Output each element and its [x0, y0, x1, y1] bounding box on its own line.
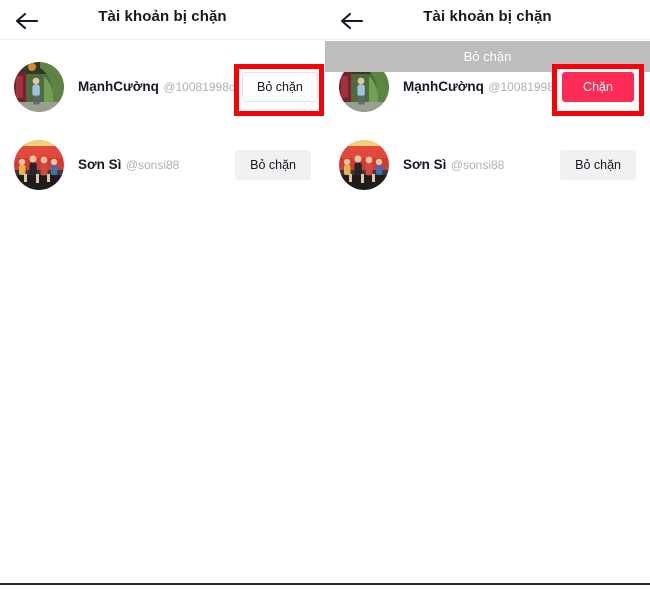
- user-identity: Sơn Sì @sonsi88: [403, 156, 560, 174]
- bottom-divider: [0, 583, 650, 585]
- page-title: Tài khoản bị chặn: [98, 8, 227, 25]
- user-handle: @sonsi88: [450, 158, 505, 172]
- page-title: Tài khoản bị chặn: [423, 8, 552, 25]
- user-display-name: MạnhCườnq: [403, 79, 484, 94]
- user-display-name: Sơn Sì: [78, 157, 122, 172]
- user-identity: Sơn Sì @sonsi88: [78, 156, 235, 174]
- avatar: [14, 62, 64, 112]
- user-display-name: MạnhCườnq: [78, 79, 159, 94]
- app-header-before: Tài khoản bị chặn: [0, 0, 325, 40]
- avatar: [14, 140, 64, 190]
- unblock-button[interactable]: Bỏ chặn: [235, 150, 311, 180]
- unblock-button-highlighted[interactable]: Bỏ chặn: [242, 72, 318, 102]
- blocked-accounts-list-before: MạnhCườnq @10081998cuong Sơn Sì @sonsi88…: [0, 40, 325, 196]
- list-item[interactable]: Sơn Sì @sonsi88 Bỏ chặn: [0, 134, 325, 196]
- screenshot-pair: Tài khoản bị chặn MạnhCườnq @10081998cuo…: [0, 0, 650, 589]
- unblock-button[interactable]: Bỏ chặn: [560, 150, 636, 180]
- app-header-after: Tài khoản bị chặn: [325, 0, 650, 40]
- list-item[interactable]: Sơn Sì @sonsi88 Bỏ chặn: [325, 134, 650, 196]
- unblock-toast: Bỏ chặn: [325, 41, 650, 72]
- block-button-highlighted[interactable]: Chặn: [562, 72, 634, 102]
- user-display-name: Sơn Sì: [403, 157, 447, 172]
- avatar: [339, 140, 389, 190]
- user-handle: @sonsi88: [125, 158, 180, 172]
